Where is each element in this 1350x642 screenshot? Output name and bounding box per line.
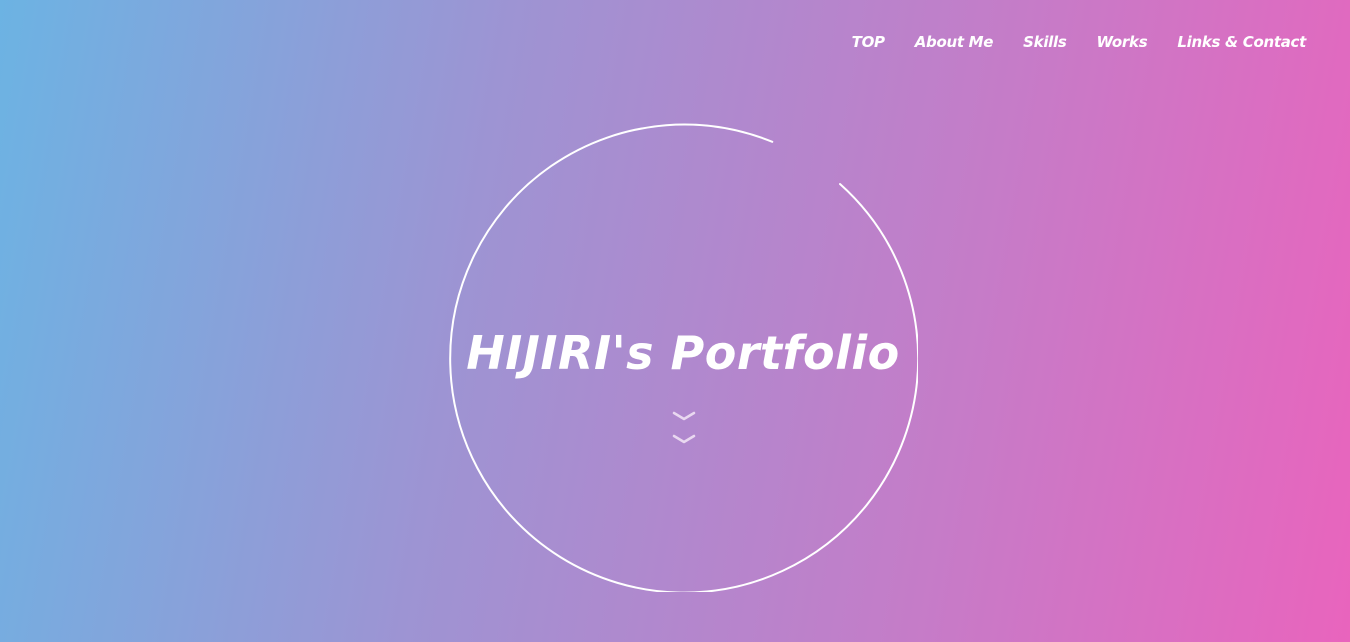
nav-link-about-me[interactable]: About Me <box>915 33 994 51</box>
nav-link-works[interactable]: Works <box>1097 33 1148 51</box>
nav-link-links-contact[interactable]: Links & Contact <box>1177 33 1306 51</box>
nav-link-top[interactable]: TOP <box>852 33 885 51</box>
nav-item-skills: Skills <box>1023 32 1067 51</box>
nav-link-skills[interactable]: Skills <box>1023 33 1067 51</box>
double-chevron-down-icon[interactable] <box>671 408 697 448</box>
nav-item-works: Works <box>1097 32 1148 51</box>
main-nav: TOP About Me Skills Works Links & Contac… <box>852 32 1307 51</box>
nav-item-links-contact: Links & Contact <box>1177 32 1306 51</box>
hero-section: TOP About Me Skills Works Links & Contac… <box>0 0 1350 642</box>
page-title: HIJIRI's Portfolio <box>466 326 900 380</box>
nav-item-about-me: About Me <box>915 32 994 51</box>
nav-item-top: TOP <box>852 32 885 51</box>
